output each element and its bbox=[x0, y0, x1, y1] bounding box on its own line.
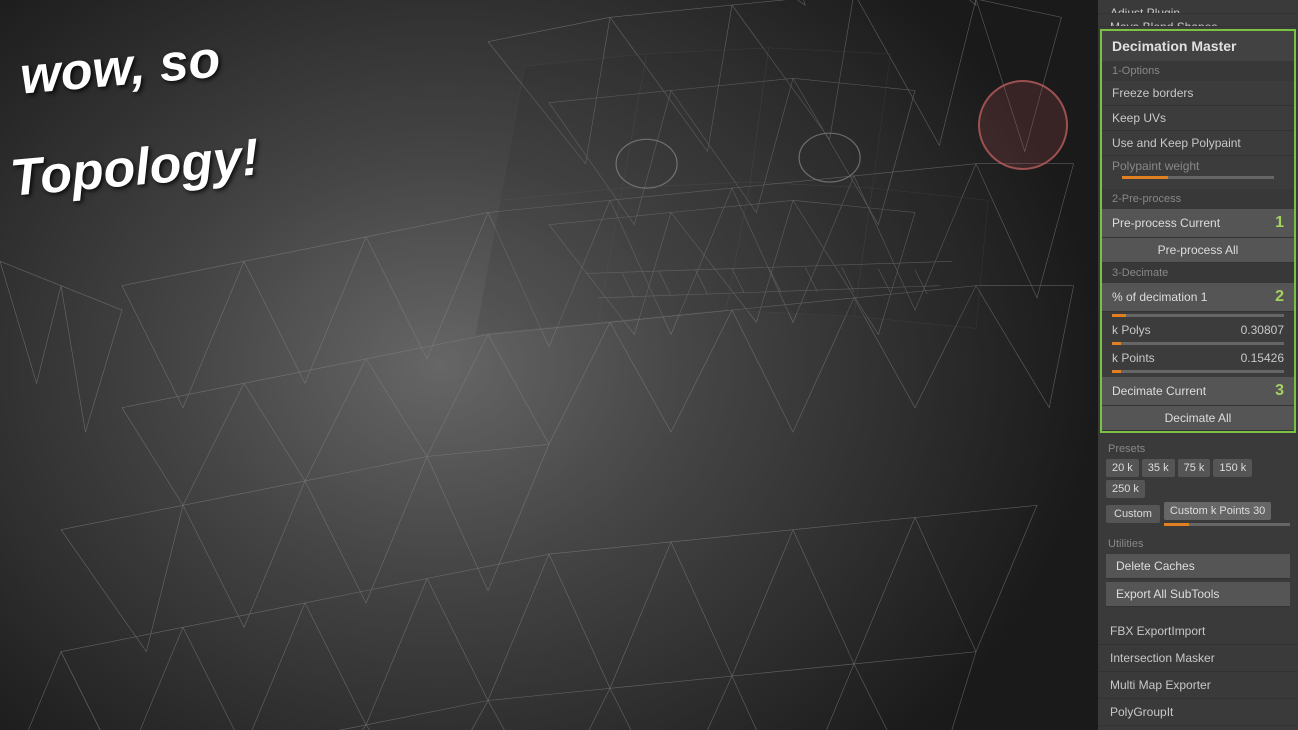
decimation-master-section: Decimation Master 1-Options Freeze borde… bbox=[1100, 29, 1296, 433]
k-polys-label: k Polys bbox=[1112, 323, 1151, 337]
options-label: 1-Options bbox=[1102, 61, 1294, 81]
pct-decimation-label: % of decimation 1 bbox=[1112, 290, 1207, 304]
utilities-section: Utilities Delete Caches Export All SubTo… bbox=[1098, 530, 1298, 614]
preprocess-current-badge: 1 bbox=[1275, 214, 1284, 232]
decimate-current-button[interactable]: Decimate Current 3 bbox=[1102, 377, 1294, 406]
k-polys-row: k Polys 0.30807 bbox=[1102, 321, 1294, 342]
custom-points-label: Custom k Points 30 bbox=[1164, 502, 1271, 520]
decimation-master-title[interactable]: Decimation Master bbox=[1102, 31, 1294, 61]
k-points-fill bbox=[1112, 370, 1121, 373]
pct-decimation-fill bbox=[1112, 314, 1126, 317]
bottom-menu: FBX ExportImport Intersection Masker Mul… bbox=[1098, 614, 1298, 730]
polypaint-weight-fill bbox=[1122, 176, 1168, 179]
k-polys-slider[interactable] bbox=[1112, 342, 1284, 345]
circle-mask bbox=[978, 80, 1068, 170]
preprocess-label: 2-Pre-process bbox=[1102, 189, 1294, 209]
delete-caches-button[interactable]: Delete Caches bbox=[1106, 554, 1290, 579]
polypaint-weight-label: Polypaint weight bbox=[1112, 159, 1284, 173]
viewport: wow, so Topology! bbox=[0, 0, 1098, 730]
export-all-subtools-button[interactable]: Export All SubTools bbox=[1106, 582, 1290, 607]
k-points-row: k Points 0.15426 bbox=[1102, 349, 1294, 370]
preset-20k-button[interactable]: 20 k bbox=[1106, 459, 1139, 477]
preprocess-current-button[interactable]: Pre-process Current 1 bbox=[1102, 209, 1294, 238]
k-polys-value: 0.30807 bbox=[1241, 323, 1284, 337]
decimate-current-label: Decimate Current bbox=[1112, 384, 1206, 398]
k-polys-fill bbox=[1112, 342, 1121, 345]
decimate-current-badge: 3 bbox=[1275, 382, 1284, 400]
decimate-all-button[interactable]: Decimate All bbox=[1102, 406, 1294, 431]
polypaint-weight-slider[interactable] bbox=[1122, 176, 1274, 179]
intersection-masker-item[interactable]: Intersection Masker bbox=[1098, 645, 1298, 672]
freeze-borders-item[interactable]: Freeze borders bbox=[1102, 81, 1294, 106]
decimate-label: 3-Decimate bbox=[1102, 263, 1294, 283]
custom-button[interactable]: Custom bbox=[1106, 505, 1160, 523]
custom-points-fill bbox=[1164, 523, 1189, 526]
poly-group-it-item[interactable]: PolyGroupIt bbox=[1098, 699, 1298, 726]
use-keep-polypaint-item[interactable]: Use and Keep Polypaint bbox=[1102, 131, 1294, 156]
presets-section: Presets 20 k 35 k 75 k 150 k 250 k Custo… bbox=[1098, 435, 1298, 530]
preset-75k-button[interactable]: 75 k bbox=[1178, 459, 1211, 477]
k-points-slider[interactable] bbox=[1112, 370, 1284, 373]
preprocess-all-button[interactable]: Pre-process All bbox=[1102, 238, 1294, 263]
viewport-background: wow, so Topology! bbox=[0, 0, 1098, 730]
presets-label: Presets bbox=[1106, 439, 1290, 459]
preset-150k-button[interactable]: 150 k bbox=[1213, 459, 1252, 477]
right-panel: Adjust Plugin Maya Blend Shapes Decimati… bbox=[1098, 0, 1298, 730]
monster-wireframe bbox=[0, 0, 1098, 730]
preset-250k-button[interactable]: 250 k bbox=[1106, 480, 1145, 498]
pct-decimation-badge: 2 bbox=[1275, 288, 1284, 306]
utilities-label: Utilities bbox=[1106, 534, 1290, 554]
multi-map-exporter-item[interactable]: Multi Map Exporter bbox=[1098, 672, 1298, 699]
pct-decimation-button[interactable]: % of decimation 1 2 bbox=[1102, 283, 1294, 312]
keep-uvs-item[interactable]: Keep UVs bbox=[1102, 106, 1294, 131]
pct-decimation-slider[interactable] bbox=[1112, 314, 1284, 317]
preprocess-current-label: Pre-process Current bbox=[1112, 216, 1220, 230]
fbx-export-item[interactable]: FBX ExportImport bbox=[1098, 618, 1298, 645]
adjust-plugin-item[interactable]: Adjust Plugin bbox=[1098, 0, 1298, 14]
presets-row: 20 k 35 k 75 k 150 k 250 k bbox=[1106, 459, 1290, 498]
custom-points-row: Custom Custom k Points 30 bbox=[1106, 502, 1290, 526]
preset-35k-button[interactable]: 35 k bbox=[1142, 459, 1175, 477]
maya-blend-shapes-item[interactable]: Maya Blend Shapes bbox=[1098, 14, 1298, 28]
k-points-value: 0.15426 bbox=[1241, 351, 1284, 365]
polypaint-weight-row: Polypaint weight bbox=[1102, 156, 1294, 189]
custom-points-slider[interactable] bbox=[1164, 523, 1290, 526]
k-points-label: k Points bbox=[1112, 351, 1155, 365]
